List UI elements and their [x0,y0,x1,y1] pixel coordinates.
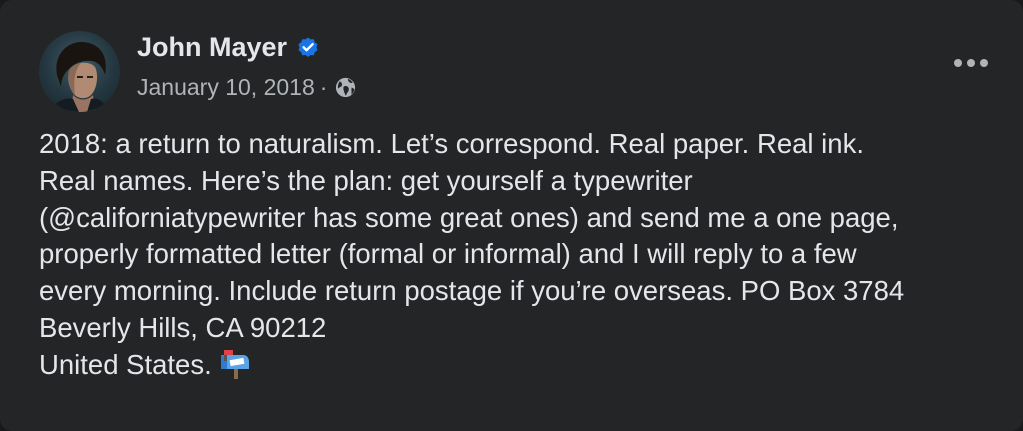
avatar-image [51,41,108,112]
post-text: 2018: a return to naturalism. Let’s corr… [39,126,1014,384]
post-meta: January 10, 2018 · [137,72,357,102]
post-card: John Mayer January 10, 2018 · 2018: a re… [0,0,1023,431]
globe-icon[interactable] [334,76,357,99]
post-body-text: 2018: a return to naturalism. Let’s corr… [39,128,905,380]
avatar[interactable] [39,31,120,112]
ellipsis-icon [954,59,988,67]
post-timestamp[interactable]: January 10, 2018 [137,72,315,102]
verified-badge-icon [298,37,318,57]
author-row: John Mayer [137,30,320,64]
post-options-button[interactable] [946,46,996,80]
author-name[interactable]: John Mayer [137,30,287,64]
mailbox-icon [220,349,249,379]
meta-separator: · [319,74,328,100]
